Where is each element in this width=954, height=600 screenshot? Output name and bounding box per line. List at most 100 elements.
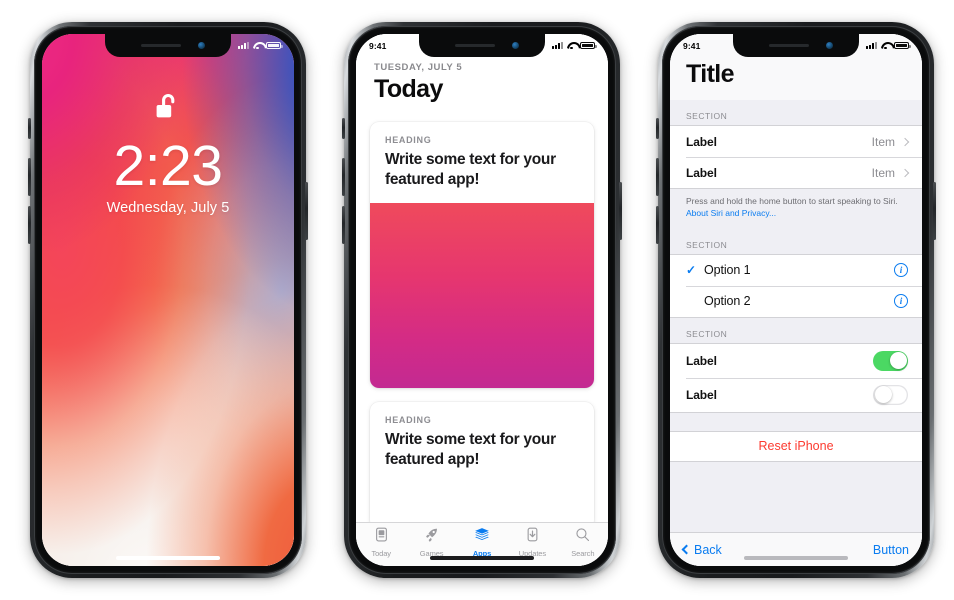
section-footnote: Press and hold the home button to start … — [670, 189, 922, 229]
settings-row-label-item[interactable]: Label Item — [670, 126, 922, 157]
siri-privacy-link[interactable]: About Siri and Privacy... — [686, 208, 776, 218]
reset-iphone-button[interactable]: Reset iPhone — [670, 430, 922, 462]
battery-icon — [266, 41, 283, 50]
status-bar-indicators — [866, 41, 911, 50]
today-date-kicker: TUESDAY, JULY 5 — [374, 62, 463, 73]
info-icon[interactable]: i — [894, 263, 908, 278]
settings-row-toggle-on[interactable]: Label — [670, 343, 922, 378]
wifi-icon — [567, 42, 577, 50]
status-bar-indicators — [552, 41, 597, 50]
lockscreen-date: Wednesday, July 5 — [106, 200, 230, 217]
lockscreen-time: 2:23 — [113, 134, 223, 198]
card-heading: HEADING — [385, 415, 432, 426]
notch — [733, 34, 859, 57]
cellular-signal-icon — [238, 42, 249, 49]
settings-row-label-item[interactable]: Label Item — [670, 157, 922, 188]
card-artwork — [370, 203, 594, 389]
notch — [419, 34, 545, 57]
featured-card-text: HEADING Write some text for your feature… — [370, 402, 594, 483]
footnote-text: Press and hold the home button to start … — [686, 196, 898, 206]
rocket-icon — [424, 527, 439, 547]
section-header: SECTION — [686, 239, 728, 250]
page-title: Today — [374, 75, 443, 103]
volume-up-button[interactable] — [28, 158, 31, 196]
phone-settings: 9:41 Title SECTION Label Item Label Item… — [656, 22, 936, 578]
card-heading: HEADING — [385, 135, 432, 145]
settings-group-disclosure: Label Item Label Item — [670, 125, 922, 189]
row-label: Label — [686, 387, 717, 402]
bottom-toolbar: Back Button — [670, 532, 922, 566]
toggle-switch-on[interactable] — [873, 350, 908, 371]
today-display: 9:41 TUESDAY, JULY 5 Today HEADING Write… — [356, 34, 608, 566]
volume-down-button[interactable] — [28, 206, 31, 244]
tab-updates[interactable]: Updates — [507, 527, 557, 558]
featured-card[interactable]: HEADING Write some text for your feature… — [370, 122, 594, 389]
featured-card[interactable]: HEADING Write some text for your feature… — [370, 402, 594, 522]
info-icon[interactable]: i — [894, 294, 908, 309]
silent-switch-button[interactable] — [656, 118, 659, 139]
row-label: Label — [686, 134, 717, 149]
side-power-button[interactable] — [933, 182, 936, 240]
chevron-right-icon — [900, 168, 910, 177]
volume-down-button[interactable] — [656, 206, 659, 244]
tab-today[interactable]: Today — [356, 527, 406, 558]
status-bar-time: 9:41 — [369, 40, 387, 51]
phone-bezel: 9:41 Title SECTION Label Item Label Item… — [662, 26, 930, 574]
earpiece-speaker-icon — [769, 43, 809, 48]
phone-bezel: 9:41 TUESDAY, JULY 5 Today HEADING Write… — [348, 26, 616, 574]
status-bar-indicators — [238, 41, 283, 50]
row-value: Item — [871, 134, 895, 149]
tab-games[interactable]: Games — [406, 527, 456, 558]
silent-switch-button[interactable] — [342, 118, 345, 139]
tab-label: Search — [571, 549, 595, 558]
list-gap — [670, 413, 922, 431]
tab-search[interactable]: Search — [558, 527, 608, 558]
volume-down-button[interactable] — [342, 206, 345, 244]
lockscreen-clock-stack: 2:23 Wednesday, July 5 — [42, 92, 294, 216]
phone-bezel: 2:23 Wednesday, July 5 — [34, 26, 302, 574]
cellular-signal-icon — [552, 42, 563, 49]
volume-up-button[interactable] — [342, 158, 345, 196]
download-icon — [525, 527, 540, 547]
phone-lockscreen: 2:23 Wednesday, July 5 — [28, 22, 308, 578]
wifi-icon — [253, 42, 263, 50]
today-screen: TUESDAY, JULY 5 Today HEADING Write some… — [356, 34, 608, 566]
tab-apps[interactable]: Apps — [457, 527, 507, 558]
toggle-switch-off[interactable] — [873, 384, 908, 405]
checkmark-icon: ✓ — [686, 263, 697, 278]
section-header: SECTION — [686, 328, 728, 339]
row-value: Item — [871, 165, 895, 180]
back-button-label: Back — [694, 542, 722, 557]
tab-label: Today — [371, 549, 391, 558]
home-indicator[interactable] — [116, 556, 220, 560]
row-label: Option 2 — [704, 294, 751, 309]
settings-row-toggle-off[interactable]: Label — [670, 377, 922, 412]
settings-display: 9:41 Title SECTION Label Item Label Item… — [670, 34, 922, 566]
settings-group-switch: Label Label — [670, 342, 922, 413]
front-camera-icon — [198, 42, 205, 49]
today-card-icon — [374, 527, 389, 547]
home-indicator[interactable] — [430, 556, 534, 560]
volume-up-button[interactable] — [656, 158, 659, 196]
back-button[interactable]: Back — [681, 542, 722, 557]
battery-icon — [580, 41, 597, 50]
settings-list[interactable]: SECTION Label Item Label Item Press and … — [670, 100, 922, 532]
page-title: Title — [686, 60, 735, 88]
toolbar-action-button[interactable]: Button — [873, 543, 909, 557]
home-indicator[interactable] — [744, 556, 848, 560]
side-power-button[interactable] — [619, 182, 622, 240]
settings-row-option-2[interactable]: Option 2 i — [670, 285, 922, 317]
row-label: Label — [686, 353, 717, 368]
front-camera-icon — [826, 42, 833, 49]
mockup-canvas: 2:23 Wednesday, July 5 9:41 TUESDAY, JUL… — [0, 0, 954, 600]
today-feed[interactable]: HEADING Write some text for your feature… — [356, 114, 608, 522]
card-artwork-placeholder — [370, 483, 594, 522]
silent-switch-button[interactable] — [28, 118, 31, 139]
toggle-knob — [874, 386, 892, 404]
featured-card-text: HEADING Write some text for your feature… — [370, 122, 594, 203]
toggle-knob — [889, 352, 907, 370]
card-title: Write some text for your featured app! — [385, 431, 556, 468]
settings-row-option-1[interactable]: ✓ Option 1 i — [670, 254, 922, 286]
side-power-button[interactable] — [305, 182, 308, 240]
lockscreen-display: 2:23 Wednesday, July 5 — [42, 34, 294, 566]
